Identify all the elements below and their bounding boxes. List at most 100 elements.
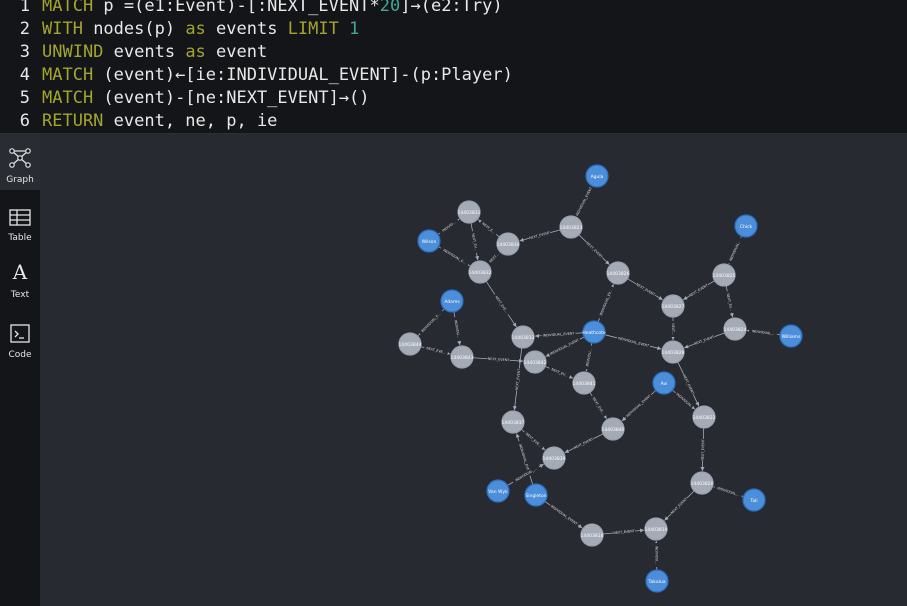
event-node[interactable]: 14403827 bbox=[661, 294, 685, 318]
player-node[interactable]: Agula bbox=[585, 164, 609, 188]
relationship[interactable]: NEXT_EVENT bbox=[472, 356, 524, 363]
event-node[interactable]: 14403831 bbox=[457, 200, 481, 224]
player-node[interactable]: Avi bbox=[652, 371, 676, 395]
node-circle[interactable] bbox=[690, 471, 714, 495]
relationship[interactable]: INDIVIDU... bbox=[452, 311, 462, 346]
relationship[interactable]: INDIVIDU... bbox=[584, 342, 594, 372]
relationship[interactable]: NEXT_EVENT bbox=[683, 280, 715, 301]
player-node[interactable]: Tali bbox=[742, 488, 766, 512]
relationship[interactable]: INDIVIDUAL_EVENT bbox=[621, 390, 657, 422]
event-node[interactable]: 14403841 bbox=[572, 371, 596, 395]
event-node[interactable]: 14403837 bbox=[501, 410, 525, 434]
event-node[interactable]: 14403833 bbox=[511, 325, 535, 349]
relationship[interactable]: NEXT_EVE... bbox=[485, 280, 517, 328]
event-node[interactable]: 14403825 bbox=[712, 263, 736, 287]
event-node[interactable]: 14403823 bbox=[559, 215, 583, 239]
graph-visualization[interactable]: INDIVIDUAL_EVENT NEXT_EVENT NEXT_EVENT NEXT… bbox=[40, 134, 907, 606]
node-circle[interactable] bbox=[712, 263, 736, 287]
relationship[interactable]: INDIVIDUAL_EVENT bbox=[545, 336, 585, 357]
event-node[interactable]: 14403840 bbox=[601, 417, 625, 441]
event-node[interactable]: 14403832 bbox=[468, 260, 492, 284]
relationship[interactable]: NEXT_EVENT bbox=[519, 229, 561, 242]
relationship[interactable]: INDIVIDU... bbox=[653, 540, 660, 571]
node-circle[interactable] bbox=[742, 488, 766, 512]
node-circle[interactable] bbox=[450, 345, 474, 369]
player-node[interactable]: Williams bbox=[779, 324, 803, 348]
event-node[interactable]: 14403828 bbox=[661, 340, 685, 364]
node-circle[interactable] bbox=[572, 371, 596, 395]
player-node[interactable]: Wilson bbox=[417, 229, 441, 253]
node-circle[interactable] bbox=[468, 260, 492, 284]
sidebar-item-table[interactable]: Table bbox=[0, 194, 40, 250]
relationship[interactable]: NEXT_EVENT bbox=[578, 234, 610, 265]
sidebar-item-text[interactable]: A Text bbox=[0, 252, 40, 308]
player-node[interactable]: Van Wyk bbox=[486, 479, 510, 503]
node-circle[interactable] bbox=[457, 200, 481, 224]
node-circle[interactable] bbox=[601, 417, 625, 441]
event-node[interactable]: 14403844 bbox=[398, 332, 422, 356]
relationship[interactable]: INDIVIDUAL_EVENT bbox=[534, 330, 584, 339]
node-circle[interactable] bbox=[501, 410, 525, 434]
event-node[interactable]: 14403820 bbox=[690, 471, 714, 495]
node-circle[interactable] bbox=[524, 483, 548, 507]
relationship[interactable]: NEXT_E... bbox=[478, 219, 500, 238]
relationship[interactable]: INDIVIDUAL_E... bbox=[438, 246, 470, 267]
query-line[interactable]: 2 WITH nodes(p) as events LIMIT 1 bbox=[0, 18, 360, 41]
relationship[interactable]: NEXT_EVENT bbox=[602, 528, 645, 536]
relationship[interactable]: NEXT_EVE... bbox=[420, 345, 451, 356]
relationship[interactable]: INDIVIDUAL_EV... bbox=[597, 283, 615, 322]
event-node[interactable]: 14403830 bbox=[496, 232, 520, 256]
event-node[interactable]: 14403818 bbox=[580, 523, 604, 547]
node-circle[interactable] bbox=[661, 294, 685, 318]
relationship[interactable]: INDIVIDUAL_E... bbox=[418, 308, 445, 336]
player-node[interactable]: Adams bbox=[440, 289, 464, 313]
relationship[interactable]: NEXT_EVENT bbox=[664, 490, 695, 521]
node-circle[interactable] bbox=[644, 517, 668, 541]
node-circle[interactable] bbox=[398, 332, 422, 356]
event-node[interactable]: 14403843 bbox=[450, 345, 474, 369]
node-circle[interactable] bbox=[585, 164, 609, 188]
node-circle[interactable] bbox=[661, 340, 685, 364]
relationship[interactable]: NEXT_EVENT bbox=[684, 332, 725, 349]
relationship[interactable]: INDIVIDUAL... bbox=[727, 235, 743, 265]
graph-canvas[interactable]: INDIVIDUAL_EVENT NEXT_EVENT NEXT_EVENT NEXT… bbox=[40, 134, 907, 606]
relationship[interactable]: NEXT_EVE... bbox=[521, 428, 546, 451]
relationship[interactable]: NEXT_EVENT bbox=[564, 433, 604, 454]
player-node[interactable]: Heathcote bbox=[582, 320, 606, 344]
relationship[interactable]: NEXT... bbox=[486, 250, 502, 266]
relationship[interactable]: NEXT_EVENT bbox=[700, 427, 706, 472]
node-circle[interactable] bbox=[559, 215, 583, 239]
query-editor[interactable]: 1 MATCH p =(e1:Event)-[:NEXT_EVENT*20]→(e… bbox=[0, 0, 907, 134]
player-node[interactable]: Takalua bbox=[645, 569, 669, 593]
query-line[interactable]: 3 UNWIND events as event bbox=[0, 41, 267, 64]
node-circle[interactable] bbox=[692, 405, 716, 429]
node-circle[interactable] bbox=[511, 325, 535, 349]
node-circle[interactable] bbox=[417, 229, 441, 253]
event-node[interactable]: 14403819 bbox=[644, 517, 668, 541]
node-circle[interactable] bbox=[440, 289, 464, 313]
relationship[interactable]: NEXT_EVE... bbox=[589, 392, 607, 420]
node-circle[interactable] bbox=[542, 446, 566, 470]
relationship[interactable]: NEXT_EV... bbox=[470, 222, 480, 261]
relationship[interactable]: NEXT_EV... bbox=[724, 285, 735, 318]
relationship[interactable]: INDIVIDUAL_EVENT bbox=[544, 501, 583, 529]
query-line[interactable]: 1 MATCH p =(e1:Event)-[:NEXT_EVENT*20]→(e… bbox=[0, 0, 503, 18]
node-circle[interactable] bbox=[652, 371, 676, 395]
relationship[interactable]: INDIVIDUAL_EVENT bbox=[604, 334, 662, 351]
node-circle[interactable] bbox=[486, 479, 510, 503]
player-node[interactable]: Singleton bbox=[524, 483, 548, 507]
query-line[interactable]: 5 MATCH (event)-[ne:NEXT_EVENT]→() bbox=[0, 87, 370, 110]
query-line[interactable]: 4 MATCH (event)←[ie:INDIVIDUAL_EVENT]-(p:… bbox=[0, 64, 513, 87]
event-node[interactable]: 14403826 bbox=[606, 261, 630, 285]
node-circle[interactable] bbox=[606, 261, 630, 285]
relationship[interactable]: NEXT... bbox=[670, 317, 676, 340]
event-node[interactable]: 14403824 bbox=[723, 317, 747, 341]
relationship[interactable]: INDIVIDUAL... bbox=[713, 484, 744, 499]
node-circle[interactable] bbox=[779, 324, 803, 348]
sidebar-item-graph[interactable]: Graph bbox=[0, 134, 40, 190]
event-node[interactable]: 14403822 bbox=[692, 405, 716, 429]
relationship[interactable]: NEXT_EVENT bbox=[627, 278, 663, 301]
node-circle[interactable] bbox=[734, 214, 758, 238]
player-node[interactable]: Chick bbox=[734, 214, 758, 238]
event-node[interactable]: 14403839 bbox=[542, 446, 566, 470]
